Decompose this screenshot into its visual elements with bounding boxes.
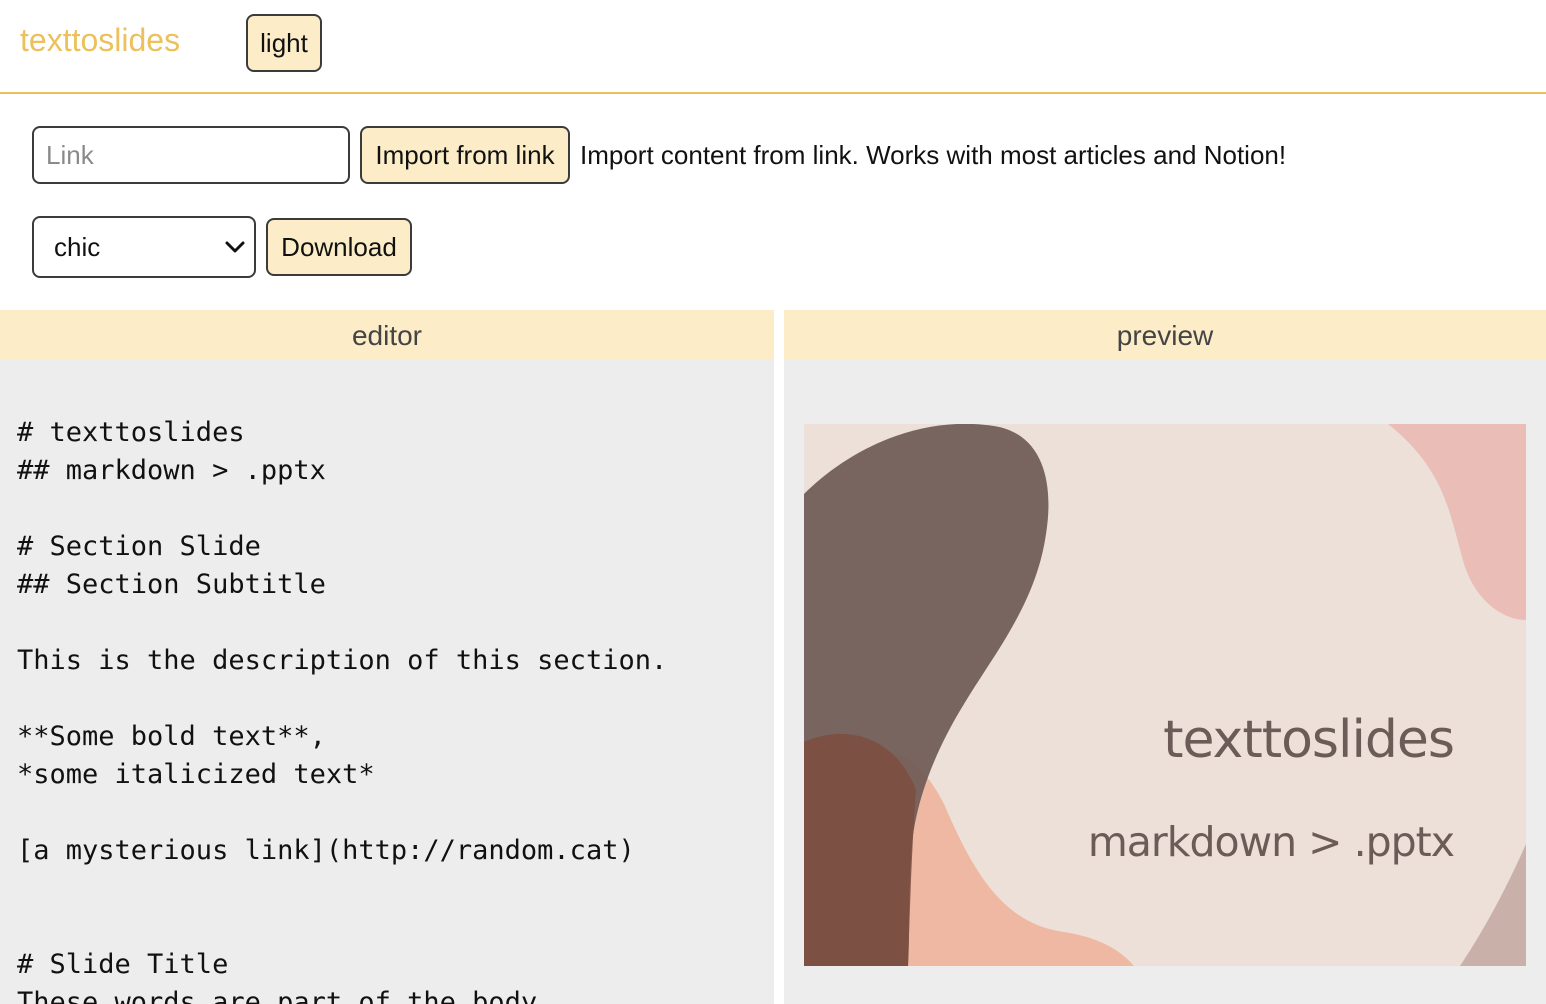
chevron-down-icon (225, 241, 245, 253)
grey-blob-shape (1460, 844, 1526, 966)
preview-panel: preview texttoslides markdown > .pptx (784, 310, 1546, 1004)
slide-preview: texttoslides markdown > .pptx (804, 424, 1526, 966)
import-from-link-button[interactable]: Import from link (360, 126, 570, 184)
theme-select[interactable]: chic (32, 216, 256, 278)
link-input[interactable] (32, 126, 350, 184)
theme-toggle-button[interactable]: light (246, 14, 322, 72)
editor-header: editor (0, 310, 774, 360)
brown-overlap-shape (804, 733, 916, 966)
import-help-text: Import content from link. Works with mos… (580, 140, 1287, 170)
slide-title: texttoslides (1163, 710, 1455, 770)
editor-panel: editor # texttoslides ## markdown > .ppt… (0, 310, 774, 1004)
markdown-editor[interactable]: # texttoslides ## markdown > .pptx # Sec… (17, 414, 667, 1004)
slide-background-art (804, 424, 1526, 966)
download-button[interactable]: Download (266, 218, 412, 276)
app-header: texttoslides light (0, 0, 1546, 94)
pink-blob-shape (1388, 424, 1526, 620)
app-logo[interactable]: texttoslides (20, 20, 180, 60)
theme-select-value: chic (54, 231, 101, 262)
preview-header: preview (784, 310, 1546, 360)
slide-subtitle: markdown > .pptx (1087, 818, 1455, 866)
